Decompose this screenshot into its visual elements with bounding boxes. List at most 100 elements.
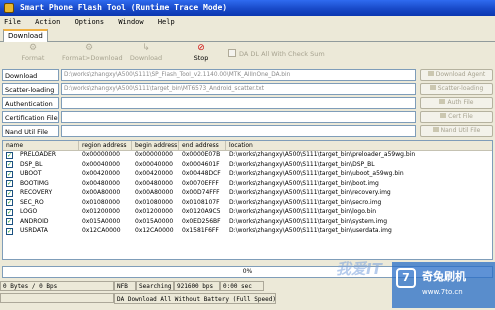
cell-end: 0x0108107F — [182, 198, 220, 206]
cell-end: 0x0120A9C5 — [182, 208, 221, 215]
app-icon — [4, 3, 14, 13]
menu-options[interactable]: Options — [75, 18, 105, 26]
cell-begin: 0x12CA0000 — [135, 227, 174, 234]
format-button[interactable]: ⚙ Format — [20, 43, 46, 62]
status-type: NFB — [114, 281, 136, 291]
cell-name: LOGO — [20, 208, 38, 215]
scatter-file-label: Scatter-loading File — [2, 83, 59, 106]
scatter-file-input[interactable]: D:\works\zhangxy\A500\S111\target_bin\MT… — [61, 83, 416, 95]
cell-location: D:\works\zhangxy\A500\S111\target_bin\ub… — [229, 170, 404, 177]
cell-name: PRELOADER — [20, 151, 57, 158]
stop-label: Stop — [193, 54, 209, 62]
table-row[interactable]: ✓ BOOTIMG 0x00480000 0x00480000 0x0070EFFF D:… — [3, 179, 492, 189]
table-row[interactable]: ✓ PRELOADER 0x00000000 0x00000000 0x0000E07B… — [3, 150, 492, 160]
nand-util-input[interactable] — [61, 125, 416, 137]
download-agent-label: Download Agent — [2, 69, 59, 92]
row-checkbox[interactable]: ✓ — [6, 161, 13, 168]
cell-end: 0x00D74FFF — [182, 189, 220, 196]
scatter-loading-button-label: Scatter-loading — [437, 85, 484, 92]
menu-help[interactable]: Help — [158, 18, 175, 26]
cell-location: D:\works\zhangxy\A500\S111\target_bin\us… — [229, 227, 392, 234]
table-row[interactable]: ✓ USRDATA 0x12CA0000 0x12CA0000 0x1581F6FF D:… — [3, 226, 492, 236]
cell-end: 0x1581F6FF — [182, 227, 219, 234]
cert-file-button[interactable]: Cert File — [420, 111, 493, 123]
cell-name: UBOOT — [20, 170, 42, 177]
table-row[interactable]: ✓ SEC_RO 0x01080000 0x01080000 0x0108107F D:\… — [3, 198, 492, 208]
format-download-button[interactable]: ⚙ Format>Download — [62, 43, 123, 62]
da-checksum-box — [228, 49, 236, 57]
cell-name: USRDATA — [20, 227, 48, 234]
cell-end: 0x0070EFFF — [182, 179, 219, 187]
row-checkbox[interactable]: ✓ — [6, 208, 13, 216]
auth-file-button-label: Auth File — [447, 99, 474, 106]
format-icon: ⚙ — [28, 43, 38, 53]
menu-bar: File Action Options Window Help — [0, 16, 495, 28]
table-row[interactable]: ✓ UBOOT 0x00420000 0x00420000 0x00448DCF D:\w… — [3, 169, 492, 179]
format-download-label: Format>Download — [62, 54, 123, 62]
cert-file-input[interactable] — [61, 111, 416, 123]
cell-name: DSP_BL — [20, 160, 43, 168]
title-bar: Smart Phone Flash Tool (Runtime Trace Mo… — [0, 0, 495, 16]
row-checkbox[interactable]: ✓ — [6, 189, 13, 197]
row-checkbox[interactable]: ✓ — [6, 227, 13, 235]
download-button[interactable]: ↳ Download — [128, 43, 164, 62]
cell-end: 0x00448DCF — [182, 170, 221, 177]
cell-location: D:\works\zhangxy\A500\S111\target_bin\DS… — [229, 160, 375, 168]
watermark-brand: 奇兔刷机 — [422, 270, 466, 283]
table-row[interactable]: ✓ LOGO 0x01200000 0x01200000 0x0120A9C5 D:\wo… — [3, 207, 492, 217]
scatter-loading-button[interactable]: Scatter-loading — [420, 83, 493, 95]
cert-file-button-label: Cert File — [448, 113, 473, 120]
col-begin-address[interactable]: begin address — [132, 141, 179, 150]
table-body: ✓ PRELOADER 0x00000000 0x00000000 0x0000E07B… — [3, 150, 492, 236]
auth-file-row: Authentication File Auth File — [2, 97, 495, 120]
folder-icon — [432, 127, 439, 132]
folder-icon — [440, 113, 447, 118]
row-checkbox[interactable]: ✓ — [6, 199, 13, 206]
row-checkbox[interactable]: ✓ — [6, 180, 13, 187]
download-agent-button[interactable]: Download Agent — [420, 69, 493, 81]
cell-region: 0x12CA0000 — [82, 227, 121, 234]
cell-end: 0x0004601F — [182, 160, 220, 168]
table-row[interactable]: ✓ DSP_BL 0x00040000 0x00040000 0x0004601F D:\… — [3, 160, 492, 170]
row-checkbox[interactable]: ✓ — [6, 151, 13, 159]
cell-location: D:\works\zhangxy\A500\S111\target_bin\bo… — [229, 179, 379, 187]
cell-begin: 0x01200000 — [135, 208, 173, 215]
menu-file[interactable]: File — [4, 18, 21, 26]
cert-file-row: Certification File Cert File — [2, 111, 495, 123]
auth-file-button[interactable]: Auth File — [420, 97, 493, 109]
col-location[interactable]: location — [226, 141, 492, 150]
nand-util-button[interactable]: Nand Util File — [420, 125, 493, 137]
table-row[interactable]: ✓ ANDROID 0x015A0000 0x015A0000 0x0ED256BF D:… — [3, 217, 492, 227]
col-name[interactable]: name — [3, 141, 79, 150]
menu-window[interactable]: Window — [118, 18, 143, 26]
tab-download[interactable]: Download — [3, 29, 48, 42]
partition-table: name region address begin address end ad… — [2, 140, 493, 260]
watermark-url: www.7to.cn — [422, 288, 463, 296]
cell-begin: 0x00420000 — [135, 170, 173, 177]
folder-icon — [427, 71, 434, 76]
folder-icon — [429, 85, 436, 90]
col-end-address[interactable]: end address — [179, 141, 226, 150]
cell-region: 0x00420000 — [82, 170, 120, 177]
auth-file-label: Authentication File — [2, 97, 59, 120]
rabbit-logo-icon: 7 — [396, 268, 416, 288]
auth-file-input[interactable] — [61, 97, 416, 109]
tab-bar: Download — [0, 28, 495, 42]
col-region-address[interactable]: region address — [79, 141, 132, 150]
menu-action[interactable]: Action — [35, 18, 60, 26]
stop-icon: ⊘ — [197, 43, 205, 53]
cell-begin: 0x015A0000 — [135, 217, 174, 225]
download-agent-button-label: Download Agent — [435, 71, 486, 78]
download-label: Download — [129, 54, 163, 62]
table-row[interactable]: ✓ RECOVERY 0x00A80000 0x00A80000 0x00D74FFF D… — [3, 188, 492, 198]
cell-region: 0x00480000 — [82, 179, 120, 187]
cell-begin: 0x00040000 — [135, 160, 173, 168]
cert-file-label: Certification File — [2, 111, 59, 123]
download-agent-input[interactable]: D:\works\zhangxy\A500\S111\SP_Flash_Tool… — [61, 69, 416, 81]
da-checksum-checkbox[interactable]: DA DL All With Check Sum — [228, 49, 325, 58]
stop-button[interactable]: ⊘ Stop — [190, 43, 212, 62]
status-empty — [0, 293, 114, 303]
row-checkbox[interactable]: ✓ — [6, 218, 13, 225]
row-checkbox[interactable]: ✓ — [6, 170, 13, 178]
download-agent-row: Download Agent D:\works\zhangxy\A500\S11… — [2, 69, 495, 92]
